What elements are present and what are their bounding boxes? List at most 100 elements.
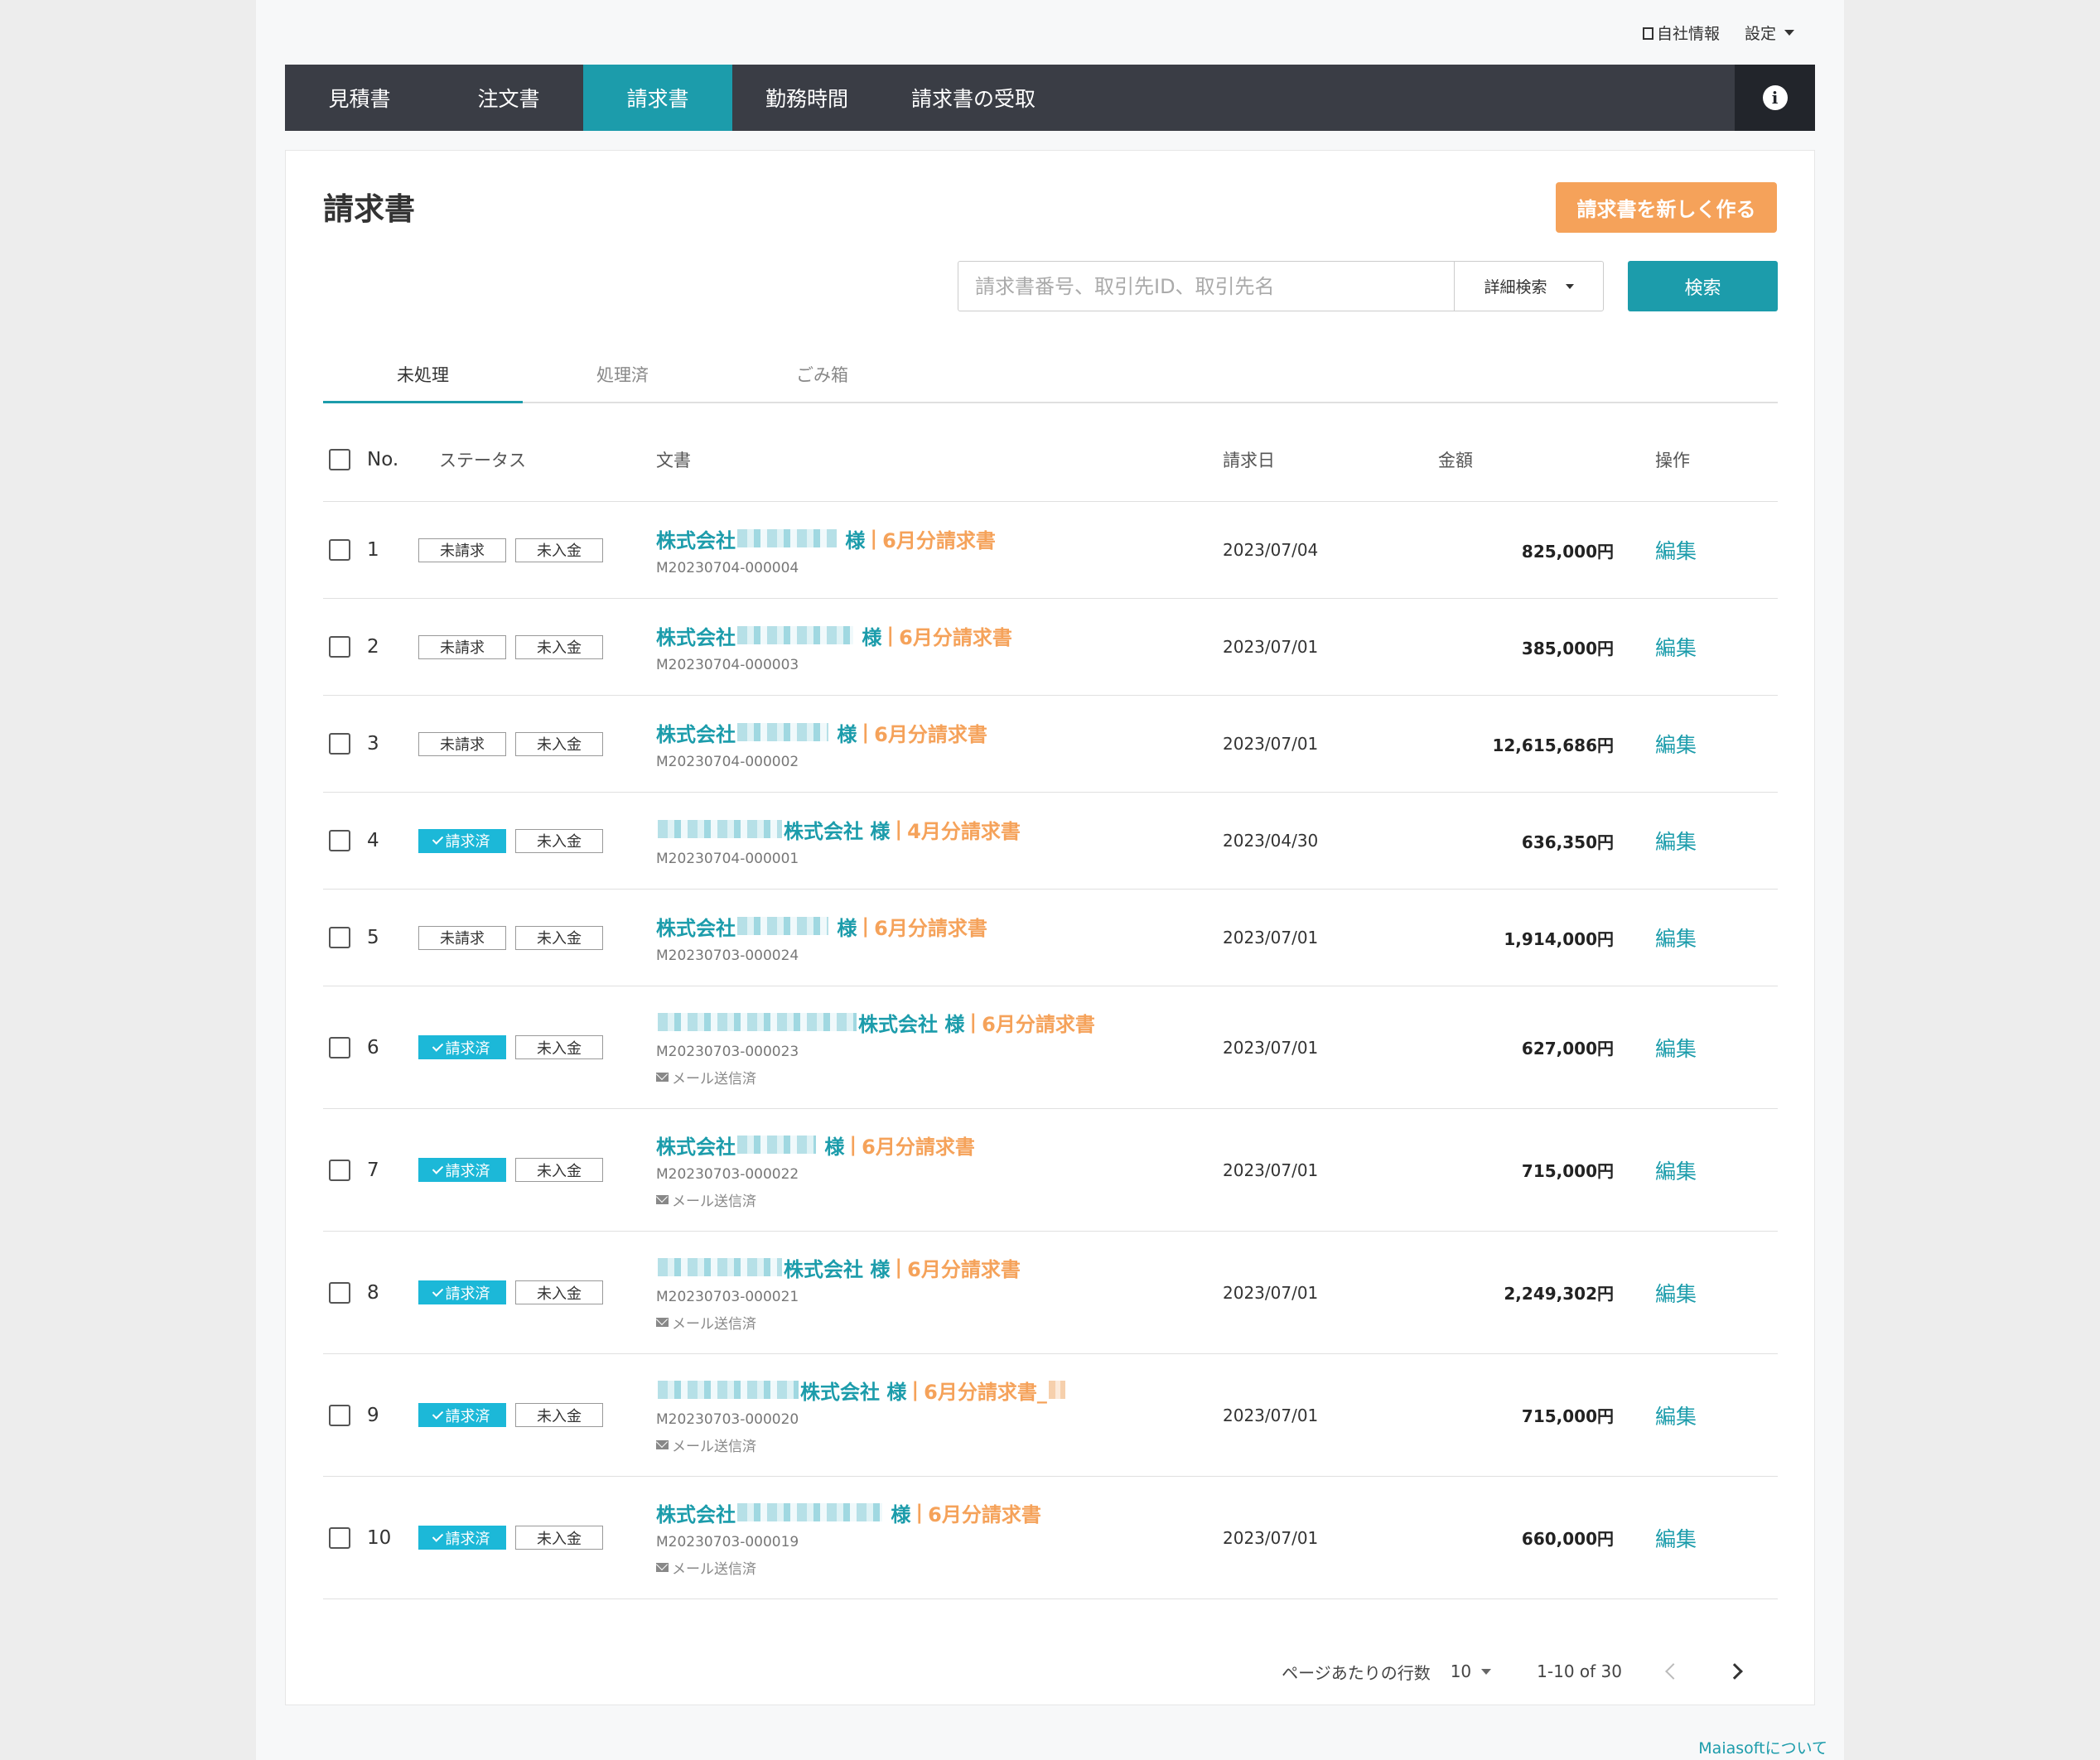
row-date: 2023/07/01 — [1223, 928, 1319, 948]
edit-link[interactable]: 編集 — [1655, 599, 1697, 695]
company-prefix: 株式会社 — [656, 916, 736, 940]
document-name-link[interactable]: 6月分請求書 — [928, 1498, 1041, 1527]
row-checkbox[interactable] — [329, 830, 350, 851]
mail-icon — [656, 1439, 669, 1449]
company-info-link[interactable]: 自社情報 — [1642, 22, 1720, 44]
row-checkbox[interactable] — [329, 1526, 350, 1549]
edit-link[interactable]: 編集 — [1655, 1354, 1697, 1476]
about-link[interactable]: Maiasoftについて — [1698, 1736, 1827, 1758]
row-amount: 715,000円 — [1521, 1406, 1614, 1426]
honorific-text: 様 — [870, 1257, 891, 1281]
edit-link[interactable]: 編集 — [1655, 986, 1697, 1108]
row-checkbox[interactable] — [329, 1036, 350, 1058]
document-title: 株式会社 様 | 6月分請求書 — [656, 1131, 975, 1160]
row-checkbox[interactable] — [329, 1404, 350, 1426]
billing-status-label: 請求済 — [445, 1285, 490, 1303]
row-checkbox[interactable] — [329, 927, 350, 948]
document-name-link[interactable]: 4月分請求書 — [907, 815, 1021, 844]
search-button[interactable]: 検索 — [1628, 261, 1778, 311]
header-ops: 操作 — [1655, 450, 1690, 470]
settings-label: 設定 — [1744, 24, 1776, 43]
company-name-link[interactable]: 株式会社 様 — [656, 1376, 906, 1405]
nav-orders[interactable]: 注文書 — [434, 65, 583, 131]
chevron-left-icon[interactable] — [1665, 1663, 1682, 1680]
document-id: M20230704-000001 — [656, 850, 799, 867]
row-date: 2023/07/01 — [1223, 1282, 1319, 1303]
mail-sent-label: メール送信済 — [672, 1438, 756, 1455]
row-checkbox[interactable] — [329, 539, 350, 561]
edit-link[interactable]: 編集 — [1655, 1109, 1697, 1231]
row-date: 2023/07/01 — [1223, 1405, 1319, 1425]
edit-link[interactable]: 編集 — [1655, 1232, 1697, 1353]
billing-status-label: 請求済 — [445, 1530, 490, 1548]
company-name-link[interactable]: 株式会社 様 — [656, 1498, 910, 1527]
company-name-link[interactable]: 株式会社 様 — [656, 524, 865, 553]
payment-status-badge: 未入金 — [515, 1280, 603, 1304]
nav-received-invoices[interactable]: 請求書の受取 — [881, 65, 1065, 131]
row-status: 請求済 未入金 — [418, 1109, 603, 1231]
edit-link[interactable]: 編集 — [1655, 502, 1697, 598]
title-separator: | — [870, 527, 878, 550]
document-name-link[interactable]: 6月分請求書 — [874, 718, 987, 747]
search-input[interactable] — [958, 261, 1455, 311]
document-id: M20230704-000003 — [656, 656, 799, 673]
row-no: 8 — [367, 1281, 379, 1304]
company-name-link[interactable]: 株式会社 様 — [656, 718, 857, 747]
detail-search-button[interactable]: 詳細検索 — [1454, 261, 1604, 311]
title-separator: | — [849, 1133, 857, 1156]
billing-status-label: 未請求 — [440, 930, 485, 948]
company-name-link[interactable]: 株式会社 様 — [656, 1008, 964, 1037]
row-status: 未請求 未入金 — [418, 599, 603, 695]
mail-sent-status: メール送信済 — [656, 1312, 756, 1333]
new-invoice-button[interactable]: 請求書を新しく作る — [1556, 182, 1777, 233]
company-name-link[interactable]: 株式会社 様 — [656, 815, 890, 844]
company-suffix: 株式会社 — [800, 1380, 880, 1404]
check-icon — [432, 833, 443, 845]
billing-status-badge: 請求済 — [418, 1035, 506, 1059]
document-name-link[interactable]: 6月分請求書 — [882, 524, 996, 553]
document-name-link[interactable]: 6月分請求書 — [862, 1131, 975, 1160]
row-checkbox[interactable] — [329, 1159, 350, 1181]
row-amount: 636,350円 — [1521, 832, 1614, 852]
tab-processed[interactable]: 処理済 — [523, 347, 722, 402]
company-name-link[interactable]: 株式会社 様 — [656, 1131, 844, 1160]
row-no: 9 — [367, 1404, 379, 1426]
tab-trash[interactable]: ごみ箱 — [722, 347, 922, 402]
edit-link[interactable]: 編集 — [1655, 696, 1697, 792]
row-status: 請求済 未入金 — [418, 1477, 603, 1598]
mail-sent-label: メール送信済 — [672, 1560, 756, 1578]
nav-invoices[interactable]: 請求書 — [583, 65, 732, 131]
info-button[interactable]: i — [1735, 65, 1815, 131]
nav-quotes[interactable]: 見積書 — [285, 65, 434, 131]
row-amount: 12,615,686円 — [1492, 735, 1614, 755]
tab-unprocessed[interactable]: 未処理 — [323, 347, 523, 403]
company-name-link[interactable]: 株式会社 様 — [656, 621, 881, 650]
edit-link[interactable]: 編集 — [1655, 890, 1697, 986]
edit-link[interactable]: 編集 — [1655, 1477, 1697, 1598]
payment-status-badge: 未入金 — [515, 1526, 603, 1550]
row-checkbox[interactable] — [329, 1281, 350, 1304]
title-separator: | — [886, 624, 895, 647]
row-checkbox[interactable] — [329, 636, 350, 658]
row-checkbox[interactable] — [329, 733, 350, 755]
caret-down-icon — [1784, 29, 1794, 36]
select-all-checkbox[interactable] — [329, 448, 350, 470]
document-name-link[interactable]: 6月分請求書 — [982, 1008, 1095, 1037]
row-amount: 825,000円 — [1521, 541, 1614, 562]
document-name-link[interactable]: 6月分請求書 — [907, 1253, 1021, 1282]
document-id: M20230703-000020 — [656, 1410, 799, 1428]
billing-status-badge: 未請求 — [418, 925, 506, 950]
redacted-company-name — [658, 1012, 857, 1031]
rows-per-page-select[interactable]: 10 — [1451, 1661, 1492, 1681]
edit-link[interactable]: 編集 — [1655, 793, 1697, 889]
document-name-link[interactable]: 6月分請求書 — [874, 912, 987, 941]
document-name-link[interactable]: 6月分請求書 — [899, 621, 1012, 650]
settings-menu[interactable]: 設定 — [1745, 22, 1794, 44]
company-name-link[interactable]: 株式会社 様 — [656, 1253, 890, 1282]
company-name-link[interactable]: 株式会社 様 — [656, 912, 857, 941]
document-name-link[interactable]: 6月分請求書_ — [924, 1376, 1047, 1405]
row-document: 株式会社 様 | 6月分請求書 M20230703-000022 メール送信済 — [656, 1109, 975, 1231]
document-id: M20230703-000023 — [656, 1043, 799, 1060]
chevron-right-icon[interactable] — [1726, 1663, 1743, 1680]
nav-work-hours[interactable]: 勤務時間 — [732, 65, 881, 131]
